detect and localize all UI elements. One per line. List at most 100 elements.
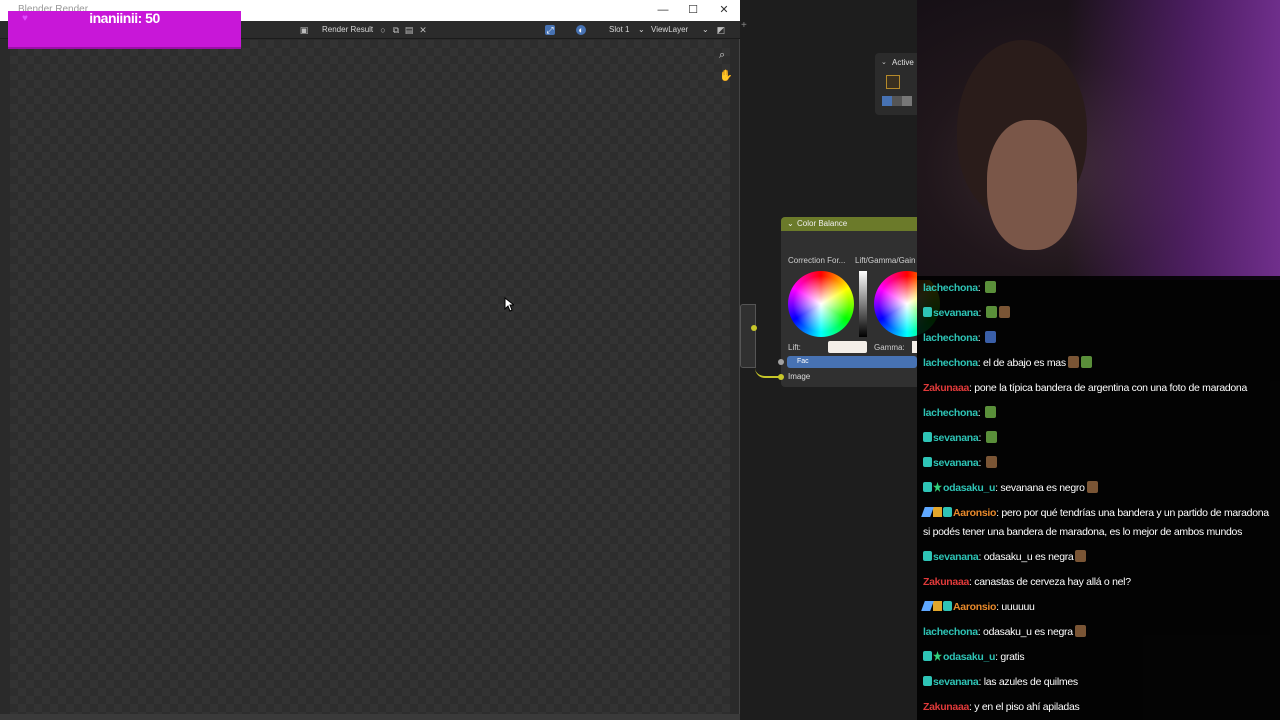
chat-separator: : <box>978 307 984 319</box>
chat-separator: : <box>977 282 984 294</box>
chat-username[interactable]: Aaronsio <box>953 507 996 519</box>
sub-badge-icon <box>923 676 932 686</box>
image-browse-icon[interactable]: ▣ <box>299 25 309 35</box>
webcam-background-light <box>1067 0 1280 280</box>
chat-message: sevanana: <box>923 454 1273 473</box>
node-collapse-chevron-icon[interactable]: ⌄ <box>787 219 794 228</box>
chat-text: las azules de quilmes <box>983 676 1078 688</box>
image-name-field[interactable]: Render Result <box>322 25 373 34</box>
duplicate-image-icon[interactable]: ⧉ <box>391 25 401 35</box>
webcam-person-face <box>987 120 1077 250</box>
lift-color-swatch[interactable] <box>828 341 867 353</box>
chat-message: sevanana: <box>923 429 1273 448</box>
open-image-icon[interactable]: ▤ <box>404 25 414 35</box>
sub-badge-icon <box>923 432 932 442</box>
chat-username[interactable]: Zakunaaa <box>923 576 969 588</box>
close-button[interactable]: ✕ <box>709 2 739 19</box>
lift-label: Lift: <box>788 343 801 352</box>
fac-label: Fac <box>797 358 809 365</box>
chat-username[interactable]: sevanana <box>933 457 979 469</box>
slot-selector[interactable]: Slot 1 <box>609 25 629 34</box>
zoom-icon[interactable]: ⌕ <box>719 49 725 62</box>
chat-message: Zakunaaa: y en el piso ahí apiladas <box>923 698 1273 717</box>
image-input-label: Image <box>788 372 811 381</box>
chat-username[interactable]: lachechona <box>923 357 978 369</box>
gamma-label: Gamma: <box>874 343 905 352</box>
chat-text: odasaku_u es negra <box>983 551 1074 563</box>
chat-message: Aaronsio: uuuuuu <box>921 598 1273 617</box>
chat-username[interactable]: Aaronsio <box>953 601 996 613</box>
emote-icon <box>1074 625 1086 637</box>
chat-username[interactable]: sevanana <box>933 432 979 444</box>
emote-icon <box>1075 550 1087 562</box>
chat-username[interactable]: lachechona <box>923 407 978 419</box>
emote-icon <box>1067 356 1079 368</box>
emote-icon <box>985 456 997 468</box>
chat-username[interactable]: Zakunaaa <box>923 382 969 394</box>
chat-username[interactable]: lachechona <box>923 626 978 638</box>
correction-formula-label[interactable]: Correction For... <box>788 256 845 265</box>
sub-badge-icon <box>923 307 932 317</box>
emote-icon <box>1086 481 1098 493</box>
gizmo-toggle-icon[interactable]: ⤢ <box>545 25 555 35</box>
crown-badge-icon <box>933 507 942 517</box>
chat-message: sevanana: odasaku_u es negra <box>923 548 1273 567</box>
select-tool-icon[interactable] <box>886 75 900 89</box>
hand-pan-icon[interactable]: ✋ <box>719 69 733 82</box>
overlay-toggle-icon[interactable]: ◐ <box>576 25 586 35</box>
chat-separator: : <box>977 332 984 344</box>
chat-username[interactable]: sevanana <box>933 551 979 563</box>
chat-text: y en el piso ahí apiladas <box>974 701 1080 713</box>
display-channels-icon[interactable]: ◩ <box>716 25 726 35</box>
chat-separator: : <box>978 457 984 469</box>
chat-message: Aaronsio: pero por qué tendrías una band… <box>921 504 1273 542</box>
chat-message: lachechona: <box>923 329 1273 348</box>
emote-icon <box>985 406 997 418</box>
chat-username[interactable]: Zakunaaa <box>923 701 969 713</box>
sub-badge-icon <box>923 482 932 492</box>
lift-gamma-gain-label[interactable]: Lift/Gamma/Gain <box>855 256 915 265</box>
chat-text: sevanana es negro <box>1000 482 1085 494</box>
view-layer-selector[interactable]: ViewLayer <box>651 25 688 34</box>
active-tool-label: Active <box>892 58 914 67</box>
chat-username[interactable]: lachechona <box>923 332 978 344</box>
lift-color-wheel[interactable] <box>788 271 854 337</box>
chat-message: lachechona: <box>923 404 1273 423</box>
select-mode-icons[interactable] <box>882 96 912 106</box>
fac-socket[interactable] <box>778 359 784 365</box>
lift-value-slider[interactable] <box>859 271 867 337</box>
emote-icon <box>985 431 997 443</box>
panel-chevron-icon[interactable]: ⌄ <box>881 58 887 66</box>
star-badge-icon <box>933 651 942 661</box>
output-socket[interactable] <box>751 325 757 331</box>
chat-message: odasaku_u: gratis <box>923 648 1273 667</box>
sword-badge-icon <box>921 507 934 517</box>
sub-badge-icon <box>943 507 952 517</box>
sub-badge-icon <box>923 651 932 661</box>
fake-user-icon[interactable]: ○ <box>378 25 388 35</box>
minimize-button[interactable]: — <box>648 2 678 19</box>
chat-message: lachechona: odasaku_u es negra <box>923 623 1273 642</box>
crown-badge-icon <box>933 601 942 611</box>
chat-username[interactable]: lachechona <box>923 282 978 294</box>
maximize-button[interactable]: ☐ <box>678 2 708 19</box>
chat-username[interactable]: sevanana <box>933 307 979 319</box>
chat-username[interactable]: odasaku_u <box>943 482 995 494</box>
chat-message: sevanana: las azules de quilmes <box>923 673 1273 692</box>
chat-message: Zakunaaa: canastas de cerveza hay allá o… <box>923 573 1273 592</box>
slot-chevron-down-icon: ⌄ <box>638 25 645 34</box>
emote-icon <box>998 306 1010 318</box>
partial-node[interactable] <box>740 304 756 368</box>
chat-message: odasaku_u: sevanana es negro <box>923 479 1273 498</box>
counter-text: inaniinii: 50 <box>89 10 160 26</box>
webcam-feed <box>917 0 1280 280</box>
unlink-image-icon[interactable]: ✕ <box>418 25 428 35</box>
chat-username[interactable]: sevanana <box>933 676 979 688</box>
add-area-icon[interactable]: + <box>741 20 747 31</box>
chat-text: pone la típica bandera de argentina con … <box>974 382 1248 394</box>
render-viewport[interactable] <box>10 40 730 716</box>
mouse-cursor-icon <box>504 297 514 312</box>
image-socket[interactable] <box>778 374 784 380</box>
chat-message: sevanana: <box>923 304 1273 323</box>
chat-username[interactable]: odasaku_u <box>943 651 995 663</box>
